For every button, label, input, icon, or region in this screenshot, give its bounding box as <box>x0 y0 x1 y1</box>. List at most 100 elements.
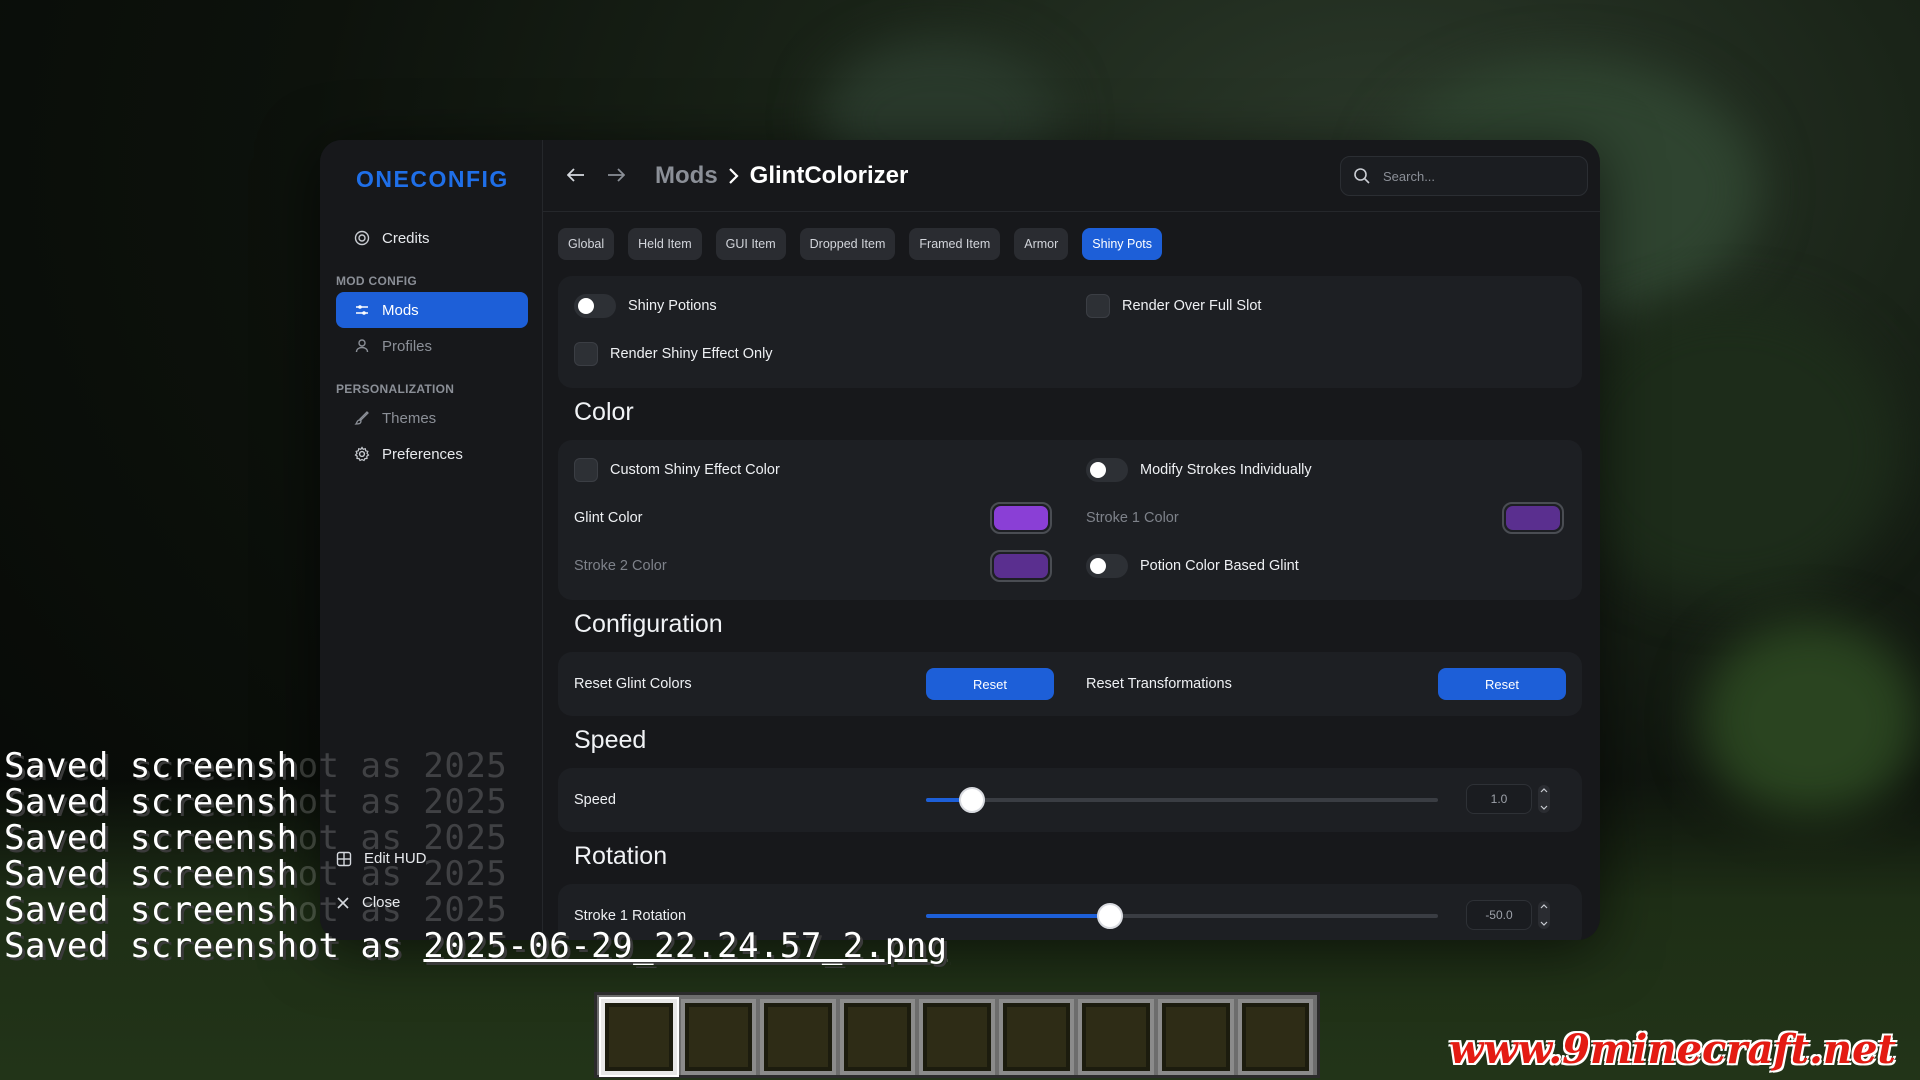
tab-dropped-item[interactable]: Dropped Item <box>799 228 896 260</box>
chevron-down-icon <box>1540 805 1548 810</box>
chevron-up-icon <box>1540 904 1548 909</box>
tab-framed-item[interactable]: Framed Item <box>909 228 1001 260</box>
sidebar-item-profiles[interactable]: Profiles <box>336 328 528 364</box>
custom-shiny-effect-color-option: Custom Shiny Effect Color <box>574 458 780 482</box>
reset-transformations-label: Reset Transformations <box>1086 676 1232 692</box>
user-icon <box>355 339 369 353</box>
edit-hud-button[interactable]: Edit HUD <box>336 850 427 867</box>
hotbar-slot-8[interactable] <box>1157 999 1234 1075</box>
hotbar-slot-2[interactable] <box>680 999 757 1075</box>
general-options-card <box>558 276 1582 388</box>
slider-fill <box>926 914 1111 918</box>
stroke-1-color-swatch[interactable] <box>1502 502 1564 534</box>
reset-glint-colors-button[interactable]: Reset <box>926 668 1054 700</box>
shiny-potions-toggle[interactable] <box>574 294 616 318</box>
sidebar-item-preferences[interactable]: Preferences <box>336 436 528 472</box>
option-label: Modify Strokes Individually <box>1140 462 1312 478</box>
custom-shiny-effect-color-checkbox[interactable] <box>574 458 598 482</box>
slider-thumb[interactable] <box>959 787 986 813</box>
option-label: Potion Color Based Glint <box>1140 558 1299 574</box>
screenshot-file-link[interactable]: 2025-06-29_22.24.57_2.png <box>423 926 947 966</box>
arrow-right-icon <box>608 168 625 182</box>
sidebar-item-label: Credits <box>382 229 430 247</box>
breadcrumb-current: GlintColorizer <box>749 162 909 189</box>
option-label: Shiny Potions <box>628 298 717 314</box>
close-label: Close <box>362 894 401 911</box>
sidebar-item-label: Preferences <box>382 445 463 463</box>
render-over-full-slot-checkbox[interactable] <box>1086 294 1110 318</box>
render-shiny-effect-only-option: Render Shiny Effect Only <box>574 342 773 366</box>
speed-stepper[interactable] <box>1538 785 1550 813</box>
edit-hud-label: Edit HUD <box>364 850 427 867</box>
section-label-personalization: PERSONALIZATION <box>336 382 455 396</box>
potion-color-based-glint-option: Potion Color Based Glint <box>1086 554 1299 578</box>
sidebar-item-credits[interactable]: Credits <box>336 220 528 256</box>
shiny-potions-option: Shiny Potions <box>574 294 717 318</box>
tab-global[interactable]: Global <box>558 228 615 260</box>
section-label-mod-config: MOD CONFIG <box>336 274 417 288</box>
glint-color-label: Glint Color <box>574 510 643 526</box>
reset-transformations-button[interactable]: Reset <box>1438 668 1566 700</box>
tab-held-item[interactable]: Held Item <box>628 228 702 260</box>
sidebar-item-label: Mods <box>382 301 419 319</box>
close-icon <box>337 896 349 909</box>
stroke-2-color-swatch[interactable] <box>990 550 1052 582</box>
back-button[interactable] <box>563 162 589 188</box>
hotbar-slot-7[interactable] <box>1078 999 1154 1075</box>
sidebar-item-label: Themes <box>382 409 437 427</box>
hotbar <box>594 992 1320 1078</box>
category-tabs: Global Held Item GUI Item Dropped Item F… <box>558 228 1163 260</box>
sidebar-item-label: Profiles <box>382 337 433 355</box>
section-title-configuration: Configuration <box>574 610 723 638</box>
stroke-1-rotation-slider[interactable] <box>926 903 1438 929</box>
search-box[interactable] <box>1340 156 1588 196</box>
tab-gui-item[interactable]: GUI Item <box>715 228 786 260</box>
section-title-color: Color <box>574 398 634 426</box>
oneconfig-logo: ONECONFIG <box>356 166 509 192</box>
sidebar-item-mods[interactable]: Mods <box>336 292 528 328</box>
hotbar-slot-4[interactable] <box>839 999 916 1075</box>
modify-strokes-individually-toggle[interactable] <box>1086 458 1128 482</box>
configuration-card <box>558 652 1582 716</box>
chat-message: Saved screenshot as 2025 <box>4 746 508 786</box>
option-label: Render Shiny Effect Only <box>610 346 773 362</box>
tab-shiny-pots[interactable]: Shiny Pots <box>1082 228 1163 260</box>
close-button[interactable]: Close <box>336 894 400 911</box>
hotbar-slot-9[interactable] <box>1237 999 1314 1075</box>
search-input[interactable] <box>1383 168 1563 184</box>
modify-strokes-individually-option: Modify Strokes Individually <box>1086 458 1312 482</box>
chat-message: Saved screenshot as 2025-06-29_22.24.57_… <box>4 926 948 966</box>
speed-slider[interactable] <box>926 787 1438 813</box>
chat-message: Saved screenshot as 2025 <box>4 818 508 858</box>
hotbar-slot-5[interactable] <box>919 999 995 1075</box>
render-over-full-slot-option: Render Over Full Slot <box>1086 294 1261 318</box>
breadcrumb: Mods GlintColorizer <box>655 162 908 190</box>
stroke-1-rotation-stepper[interactable] <box>1538 901 1550 929</box>
hotbar-slot-1[interactable] <box>601 999 677 1075</box>
arrow-left-icon <box>567 168 584 182</box>
potion-color-based-glint-toggle[interactable] <box>1086 554 1128 578</box>
render-shiny-effect-only-checkbox[interactable] <box>574 342 598 366</box>
chat-message: Saved screenshot as 2025 <box>4 854 508 894</box>
hotbar-slot-6[interactable] <box>998 999 1075 1075</box>
stroke-1-rotation-value-input[interactable]: -50.0 <box>1466 900 1532 930</box>
forward-button[interactable] <box>603 162 629 188</box>
sidebar-item-themes[interactable]: Themes <box>336 400 528 436</box>
sliders-icon <box>356 305 368 315</box>
option-label: Custom Shiny Effect Color <box>610 462 780 478</box>
top-bar: Mods GlintColorizer <box>543 140 1600 212</box>
chat-message: Saved screenshot as 2025 <box>4 890 508 930</box>
speed-value-input[interactable]: 1.0 <box>1466 784 1532 814</box>
chat-message: Saved screenshot as 2025 <box>4 782 508 822</box>
chevron-right-icon <box>728 168 739 184</box>
tab-armor[interactable]: Armor <box>1014 228 1069 260</box>
chevron-up-icon <box>1540 788 1548 793</box>
search-icon <box>1354 168 1370 184</box>
breadcrumb-mods[interactable]: Mods <box>655 162 718 190</box>
chevron-down-icon <box>1540 921 1548 926</box>
reset-glint-colors-label: Reset Glint Colors <box>574 676 692 692</box>
stroke-1-color-label: Stroke 1 Color <box>1086 510 1179 526</box>
hotbar-slot-3[interactable] <box>760 999 836 1075</box>
glint-color-swatch[interactable] <box>990 502 1052 534</box>
stroke-2-color-label: Stroke 2 Color <box>574 558 667 574</box>
